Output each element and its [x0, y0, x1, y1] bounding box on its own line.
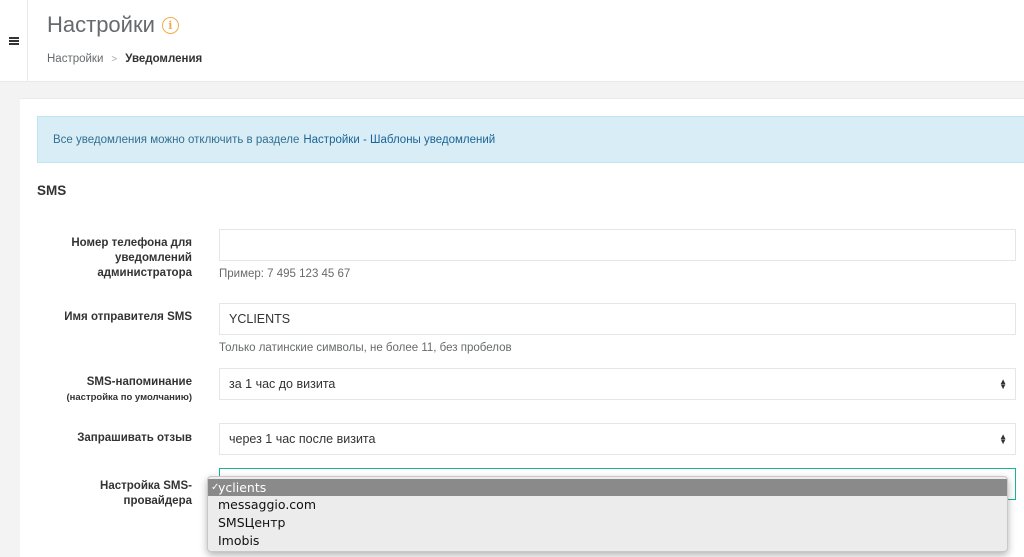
breadcrumb-separator: >	[111, 53, 118, 65]
sender-name-label: Имя отправителя SMS	[64, 311, 192, 323]
sms-reminder-label: SMS-напоминание (настройка по умолчанию)	[20, 375, 192, 405]
sms-reminder-select[interactable]: за 1 час до визита ▲ ▼	[219, 368, 1016, 400]
page-title: Настройки	[47, 12, 155, 37]
menu-toggle-button[interactable]	[0, 0, 28, 82]
alert-templates-link[interactable]: Настройки - Шаблоны уведомлений	[303, 134, 495, 146]
sms-section-title: SMS	[37, 183, 67, 198]
ask-review-select[interactable]: через 1 час после визита ▲ ▼	[219, 423, 1016, 455]
dropdown-option-messaggio[interactable]: messaggio.com	[208, 496, 1007, 513]
sms-provider-label: Настройка SMS- провайдера	[40, 479, 192, 509]
admin-phone-label: Номер телефона для уведомлений администр…	[71, 237, 192, 279]
select-updown-icon: ▲▼	[999, 377, 1007, 391]
sms-provider-dropdown: ✓ yclients messaggio.com SMSЦентр Imobis	[207, 476, 1008, 552]
admin-phone-help: Пример: 7 495 123 45 67	[219, 268, 351, 280]
dropdown-option-label: SMSЦентр	[218, 515, 286, 530]
sender-name-input[interactable]: YCLIENTS	[219, 303, 1016, 335]
page-title-wrap: Настройки i	[47, 12, 179, 38]
alert-text: Все уведомления можно отключить в раздел…	[53, 133, 300, 146]
info-alert: Все уведомления можно отключить в раздел…	[37, 116, 1024, 163]
dropdown-option-label: Imobis	[218, 533, 260, 548]
dropdown-option-smscenter[interactable]: SMSЦентр	[208, 514, 1007, 531]
sender-name-help: Только латинские символы, не более 11, б…	[219, 342, 512, 354]
hamburger-icon[interactable]	[8, 37, 19, 45]
admin-phone-input[interactable]	[219, 229, 1016, 261]
sms-reminder-sublabel: (настройка по умолчанию)	[66, 392, 192, 403]
select-updown-icon: ▲▼	[999, 432, 1007, 446]
dropdown-option-label: yclients	[218, 480, 267, 495]
page-header: Настройки i Настройки > Уведомления	[0, 0, 1024, 82]
ask-review-value: через 1 час после визита	[229, 432, 376, 446]
sms-reminder-value: за 1 час до визита	[229, 377, 336, 391]
checkmark-icon: ✓	[211, 482, 220, 493]
sms-provider-label-line2: провайдера	[123, 495, 193, 507]
dropdown-option-imobis[interactable]: Imobis	[208, 532, 1007, 549]
ask-review-label: Запрашивать отзыв	[77, 432, 192, 444]
sms-reminder-label-text: SMS-напоминание	[86, 376, 192, 388]
breadcrumb-root-link[interactable]: Настройки	[47, 53, 103, 65]
breadcrumb: Настройки > Уведомления	[47, 53, 202, 65]
info-circle-icon[interactable]: i	[161, 16, 179, 34]
sms-provider-label-line1: Настройка SMS-	[100, 480, 192, 492]
dropdown-option-yclients[interactable]: ✓ yclients	[208, 479, 1007, 496]
breadcrumb-current: Уведомления	[125, 53, 203, 65]
dropdown-option-label: messaggio.com	[218, 497, 316, 512]
